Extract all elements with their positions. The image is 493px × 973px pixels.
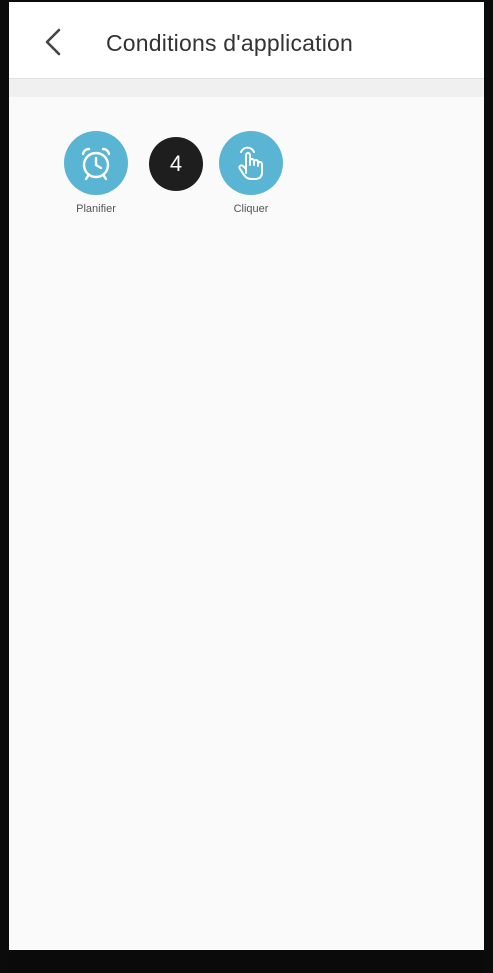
click-button[interactable]: [219, 131, 283, 195]
page-title: Conditions d'application: [106, 30, 354, 56]
bottom-bar: [0, 950, 493, 973]
click-label: Cliquer: [233, 203, 269, 215]
tap-hand-icon: [238, 146, 263, 180]
header-divider-bar: [9, 79, 484, 97]
schedule-button[interactable]: [64, 131, 128, 195]
conditions-area: Planifier 4 Cliquer: [9, 97, 484, 949]
back-button[interactable]: [33, 22, 73, 62]
condition-schedule[interactable]: Planifier: [64, 131, 128, 215]
condition-count: 4: [149, 137, 203, 191]
condition-click[interactable]: Cliquer: [219, 131, 283, 215]
count-badge: 4: [149, 137, 203, 191]
app-header: Conditions d'application: [9, 2, 484, 79]
chevron-left-icon: [45, 28, 61, 56]
schedule-label: Planifier: [76, 203, 116, 215]
alarm-clock-icon: [81, 147, 111, 181]
